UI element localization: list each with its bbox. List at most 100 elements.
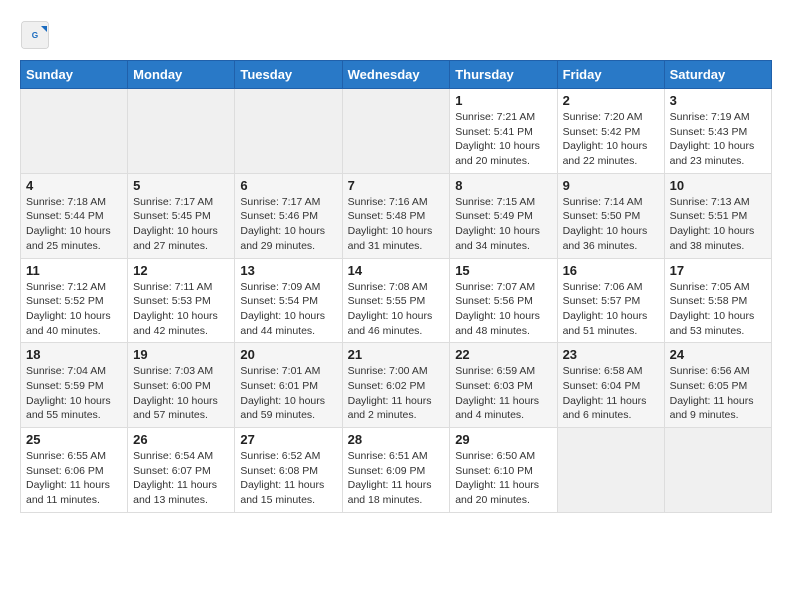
calendar-cell: 16 Sunrise: 7:06 AM Sunset: 5:57 PM Dayli… (557, 258, 664, 343)
calendar-cell: 18 Sunrise: 7:04 AM Sunset: 5:59 PM Dayli… (21, 343, 128, 428)
day-info: Sunrise: 7:09 AM Sunset: 5:54 PM Dayligh… (240, 280, 336, 339)
calendar-cell: 5Sunrise: 7:17 AM Sunset: 5:45 PM Daylig… (128, 173, 235, 258)
calendar-cell: 22 Sunrise: 6:59 AM Sunset: 6:03 PM Dayli… (450, 343, 557, 428)
calendar-cell: 10 Sunrise: 7:13 AM Sunset: 5:51 PM Dayli… (664, 173, 771, 258)
day-info: Sunrise: 7:17 AM Sunset: 5:46 PM Dayligh… (240, 195, 336, 254)
calendar-cell (128, 89, 235, 174)
day-number: 2 (563, 93, 659, 108)
calendar-cell: 14 Sunrise: 7:08 AM Sunset: 5:55 PM Dayli… (342, 258, 450, 343)
logo-icon: G (20, 20, 50, 50)
day-number: 7 (348, 178, 445, 193)
day-number: 25 (26, 432, 122, 447)
day-info: Sunrise: 7:21 AM Sunset: 5:41 PM Dayligh… (455, 110, 551, 169)
calendar-cell (235, 89, 342, 174)
header-row: SundayMondayTuesdayWednesdayThursdayFrid… (21, 61, 772, 89)
calendar-cell: 19 Sunrise: 7:03 AM Sunset: 6:00 PM Dayli… (128, 343, 235, 428)
day-number: 27 (240, 432, 336, 447)
header-day-tuesday: Tuesday (235, 61, 342, 89)
day-number: 17 (670, 263, 766, 278)
day-number: 22 (455, 347, 551, 362)
day-number: 16 (563, 263, 659, 278)
calendar-body: 1 Sunrise: 7:21 AM Sunset: 5:41 PM Daylig… (21, 89, 772, 513)
day-number: 24 (670, 347, 766, 362)
calendar-cell (557, 428, 664, 513)
calendar-header: SundayMondayTuesdayWednesdayThursdayFrid… (21, 61, 772, 89)
calendar-week-4: 25Sunrise: 6:55 AM Sunset: 6:06 PM Dayli… (21, 428, 772, 513)
calendar-cell: 1 Sunrise: 7:21 AM Sunset: 5:41 PM Daylig… (450, 89, 557, 174)
day-number: 4 (26, 178, 122, 193)
day-number: 1 (455, 93, 551, 108)
day-info: Sunrise: 7:06 AM Sunset: 5:57 PM Dayligh… (563, 280, 659, 339)
day-info: Sunrise: 7:16 AM Sunset: 5:48 PM Dayligh… (348, 195, 445, 254)
calendar-cell: 4Sunrise: 7:18 AM Sunset: 5:44 PM Daylig… (21, 173, 128, 258)
day-number: 10 (670, 178, 766, 193)
logo: G (20, 20, 52, 50)
day-number: 12 (133, 263, 229, 278)
day-info: Sunrise: 6:54 AM Sunset: 6:07 PM Dayligh… (133, 449, 229, 508)
day-info: Sunrise: 7:14 AM Sunset: 5:50 PM Dayligh… (563, 195, 659, 254)
day-info: Sunrise: 7:03 AM Sunset: 6:00 PM Dayligh… (133, 364, 229, 423)
day-number: 26 (133, 432, 229, 447)
calendar-cell: 20Sunrise: 7:01 AM Sunset: 6:01 PM Dayli… (235, 343, 342, 428)
calendar-cell: 3Sunrise: 7:19 AM Sunset: 5:43 PM Daylig… (664, 89, 771, 174)
day-info: Sunrise: 6:59 AM Sunset: 6:03 PM Dayligh… (455, 364, 551, 423)
day-info: Sunrise: 7:00 AM Sunset: 6:02 PM Dayligh… (348, 364, 445, 423)
calendar-table: SundayMondayTuesdayWednesdayThursdayFrid… (20, 60, 772, 513)
calendar-cell: 23 Sunrise: 6:58 AM Sunset: 6:04 PM Dayli… (557, 343, 664, 428)
day-number: 19 (133, 347, 229, 362)
calendar-cell (21, 89, 128, 174)
day-number: 21 (348, 347, 445, 362)
day-number: 14 (348, 263, 445, 278)
header-day-saturday: Saturday (664, 61, 771, 89)
day-number: 13 (240, 263, 336, 278)
day-number: 15 (455, 263, 551, 278)
calendar-cell (664, 428, 771, 513)
calendar-cell: 24 Sunrise: 6:56 AM Sunset: 6:05 PM Dayli… (664, 343, 771, 428)
calendar-week-1: 4Sunrise: 7:18 AM Sunset: 5:44 PM Daylig… (21, 173, 772, 258)
calendar-cell: 25Sunrise: 6:55 AM Sunset: 6:06 PM Dayli… (21, 428, 128, 513)
day-info: Sunrise: 7:13 AM Sunset: 5:51 PM Dayligh… (670, 195, 766, 254)
day-info: Sunrise: 7:08 AM Sunset: 5:55 PM Dayligh… (348, 280, 445, 339)
day-info: Sunrise: 6:56 AM Sunset: 6:05 PM Dayligh… (670, 364, 766, 423)
calendar-cell: 6 Sunrise: 7:17 AM Sunset: 5:46 PM Daylig… (235, 173, 342, 258)
header-day-wednesday: Wednesday (342, 61, 450, 89)
day-info: Sunrise: 7:12 AM Sunset: 5:52 PM Dayligh… (26, 280, 122, 339)
calendar-cell: 8 Sunrise: 7:15 AM Sunset: 5:49 PM Daylig… (450, 173, 557, 258)
day-info: Sunrise: 6:58 AM Sunset: 6:04 PM Dayligh… (563, 364, 659, 423)
calendar-cell: 26 Sunrise: 6:54 AM Sunset: 6:07 PM Dayli… (128, 428, 235, 513)
day-info: Sunrise: 7:17 AM Sunset: 5:45 PM Dayligh… (133, 195, 229, 254)
header-day-thursday: Thursday (450, 61, 557, 89)
day-info: Sunrise: 7:01 AM Sunset: 6:01 PM Dayligh… (240, 364, 336, 423)
calendar-week-0: 1 Sunrise: 7:21 AM Sunset: 5:41 PM Daylig… (21, 89, 772, 174)
header-day-friday: Friday (557, 61, 664, 89)
calendar-cell: 15Sunrise: 7:07 AM Sunset: 5:56 PM Dayli… (450, 258, 557, 343)
day-number: 8 (455, 178, 551, 193)
day-info: Sunrise: 6:50 AM Sunset: 6:10 PM Dayligh… (455, 449, 551, 508)
calendar-cell: 27 Sunrise: 6:52 AM Sunset: 6:08 PM Dayli… (235, 428, 342, 513)
calendar-cell: 17 Sunrise: 7:05 AM Sunset: 5:58 PM Dayli… (664, 258, 771, 343)
day-number: 11 (26, 263, 122, 278)
day-number: 23 (563, 347, 659, 362)
calendar-cell: 12Sunrise: 7:11 AM Sunset: 5:53 PM Dayli… (128, 258, 235, 343)
day-number: 18 (26, 347, 122, 362)
day-info: Sunrise: 7:05 AM Sunset: 5:58 PM Dayligh… (670, 280, 766, 339)
calendar-cell: 9 Sunrise: 7:14 AM Sunset: 5:50 PM Daylig… (557, 173, 664, 258)
day-info: Sunrise: 7:20 AM Sunset: 5:42 PM Dayligh… (563, 110, 659, 169)
calendar-cell: 29 Sunrise: 6:50 AM Sunset: 6:10 PM Dayli… (450, 428, 557, 513)
header-day-monday: Monday (128, 61, 235, 89)
day-info: Sunrise: 6:52 AM Sunset: 6:08 PM Dayligh… (240, 449, 336, 508)
calendar-cell: 28Sunrise: 6:51 AM Sunset: 6:09 PM Dayli… (342, 428, 450, 513)
calendar-cell: 21 Sunrise: 7:00 AM Sunset: 6:02 PM Dayli… (342, 343, 450, 428)
calendar-week-3: 18 Sunrise: 7:04 AM Sunset: 5:59 PM Dayli… (21, 343, 772, 428)
day-number: 6 (240, 178, 336, 193)
calendar-cell: 11 Sunrise: 7:12 AM Sunset: 5:52 PM Dayli… (21, 258, 128, 343)
day-info: Sunrise: 7:04 AM Sunset: 5:59 PM Dayligh… (26, 364, 122, 423)
day-info: Sunrise: 7:15 AM Sunset: 5:49 PM Dayligh… (455, 195, 551, 254)
calendar-week-2: 11 Sunrise: 7:12 AM Sunset: 5:52 PM Dayli… (21, 258, 772, 343)
day-number: 3 (670, 93, 766, 108)
day-number: 28 (348, 432, 445, 447)
header-day-sunday: Sunday (21, 61, 128, 89)
day-number: 29 (455, 432, 551, 447)
day-number: 9 (563, 178, 659, 193)
calendar-cell: 7 Sunrise: 7:16 AM Sunset: 5:48 PM Daylig… (342, 173, 450, 258)
